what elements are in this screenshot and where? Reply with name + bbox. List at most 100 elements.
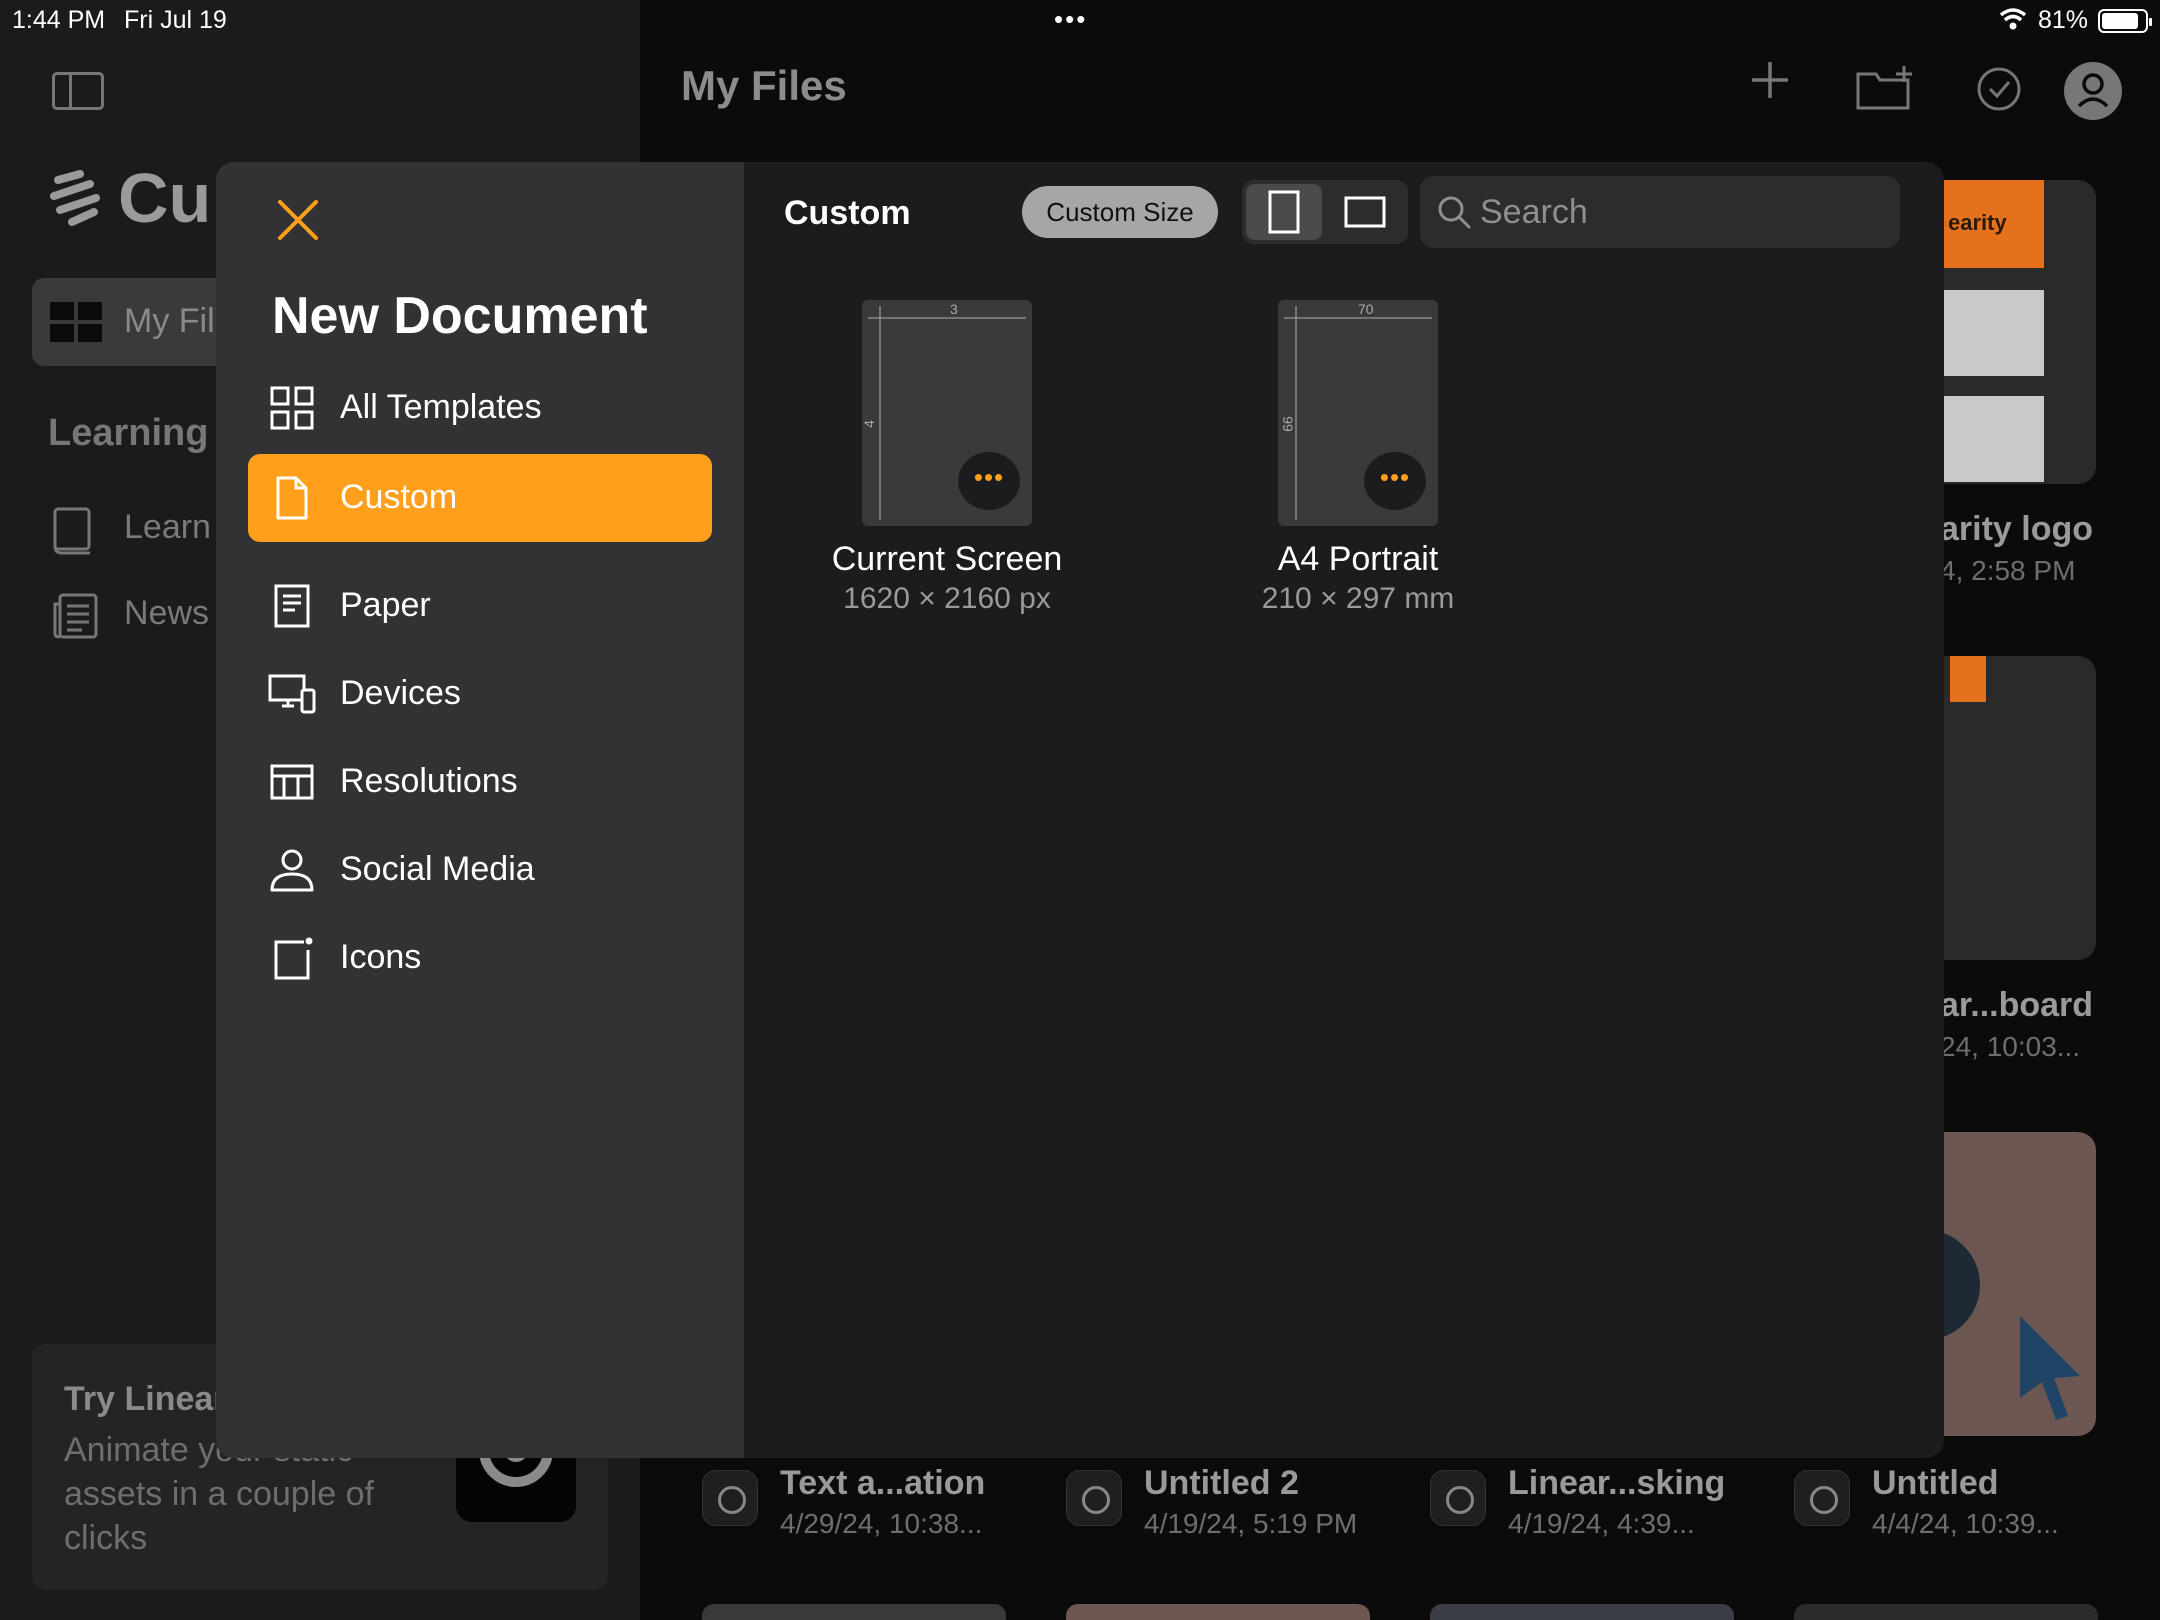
portrait-button[interactable] <box>1246 184 1322 240</box>
file-type-icon <box>1794 1470 1850 1526</box>
brand-name: Cu <box>118 159 212 237</box>
paper-icon <box>274 584 310 628</box>
modal-title: New Document <box>272 287 648 345</box>
new-document-modal: New Document All Templates Custom Paper … <box>216 162 1944 1458</box>
thumbnail-image <box>1944 396 2044 482</box>
wifi-icon <box>1999 8 2027 30</box>
landscape-icon <box>1344 196 1386 228</box>
page-title: My Files <box>681 62 847 109</box>
sidebar-item-label: Learn <box>124 508 211 546</box>
status-bar: 1:44 PM Fri Jul 19 ••• 81% <box>0 0 2160 40</box>
file-name: Untitled 2 <box>1144 1464 1299 1502</box>
book-icon <box>53 507 91 555</box>
app-logo-icon <box>50 170 100 226</box>
thumbnail-banner: earity <box>1944 180 2044 268</box>
file-type-icon <box>702 1470 758 1526</box>
grid-icon <box>50 302 102 342</box>
template-size: 1620 × 2160 px <box>843 582 1051 615</box>
file-name: arity logo <box>1940 510 2094 548</box>
status-time: 1:44 PM <box>12 6 106 34</box>
profile-avatar[interactable] <box>2064 62 2122 120</box>
new-folder-icon[interactable] <box>1856 66 1914 110</box>
category-social-media[interactable]: Social Media <box>248 826 712 914</box>
resolution-icon <box>270 764 314 800</box>
battery-percent: 81% <box>2038 6 2089 34</box>
category-paper[interactable]: Paper <box>248 562 712 650</box>
template-more-button[interactable]: ••• <box>958 452 1020 510</box>
category-label: Icons <box>340 938 422 976</box>
template-preview[interactable]: 3 4 ••• <box>860 300 1032 526</box>
sidebar-item-news[interactable]: News <box>52 592 209 649</box>
add-icon[interactable] <box>1750 60 1790 100</box>
file-thumbnail[interactable] <box>1794 1604 2098 1620</box>
file-card[interactable] <box>1920 656 2096 960</box>
grid-icon <box>270 386 314 430</box>
custom-size-button[interactable]: Custom Size <box>1022 186 1218 238</box>
category-label: Custom <box>340 478 458 516</box>
sidebar-item-learn[interactable]: Learn <box>52 506 211 565</box>
file-card[interactable] <box>1920 1132 2096 1436</box>
sidebar-toggle-icon[interactable] <box>52 72 104 110</box>
battery-icon <box>2098 9 2152 33</box>
category-label: All Templates <box>340 388 542 426</box>
category-all-templates[interactable]: All Templates <box>248 364 712 452</box>
file-name: Untitled <box>1872 1464 1999 1502</box>
file-name: Text a...ation <box>780 1464 986 1502</box>
file-card[interactable]: earity <box>1920 180 2096 484</box>
category-panel: New Document All Templates Custom Paper … <box>216 162 744 1458</box>
height-label: 99 <box>1279 416 1296 432</box>
thumbnail-image <box>1944 290 2044 376</box>
template-preview[interactable]: 70 99 ••• <box>1278 300 1438 526</box>
category-devices[interactable]: Devices <box>248 650 712 738</box>
cursor-icon <box>2020 1316 2080 1420</box>
file-date: 4/19/24, 4:39... <box>1508 1508 1695 1539</box>
file-name: ar...board <box>1940 986 2094 1024</box>
icon-frame-icon <box>274 937 313 980</box>
sidebar-section-title: Learning ( <box>48 412 232 454</box>
height-label: 4 <box>860 420 877 428</box>
file-thumbnail[interactable] <box>702 1604 1006 1620</box>
width-label: 70 <box>1358 301 1374 317</box>
category-icons[interactable]: Icons <box>248 914 712 1002</box>
portrait-icon <box>1268 190 1300 234</box>
category-resolutions[interactable]: Resolutions <box>248 738 712 826</box>
select-icon[interactable] <box>1976 66 2022 112</box>
person-icon <box>270 849 314 892</box>
file-name: Linear...sking <box>1508 1464 1726 1502</box>
close-icon[interactable] <box>270 192 326 248</box>
template-more-button[interactable]: ••• <box>1364 452 1426 510</box>
file-card-caption: arity logo 4, 2:58 PM <box>1940 510 2093 587</box>
search-field[interactable] <box>1420 176 1900 248</box>
category-label: Resolutions <box>340 762 518 800</box>
file-date: 24, 10:03... <box>1940 1031 2081 1062</box>
template-size: 210 × 297 mm <box>1261 582 1455 615</box>
file-thumbnail[interactable] <box>1430 1604 1734 1620</box>
category-label: Devices <box>340 674 461 712</box>
search-icon <box>1438 196 1471 229</box>
file-date: 4, 2:58 PM <box>1940 555 2076 586</box>
templates-panel: Custom Custom Size 3 4 ••• Curre <box>744 162 1944 1458</box>
search-input[interactable] <box>1480 176 1880 248</box>
category-label: Paper <box>340 586 431 624</box>
category-custom[interactable]: Custom <box>248 454 712 542</box>
file-date: 4/29/24, 10:38... <box>780 1508 983 1539</box>
multitasking-dots[interactable]: ••• <box>1054 4 1087 35</box>
person-icon <box>2077 73 2109 108</box>
width-label: 3 <box>950 301 958 317</box>
landscape-button[interactable] <box>1328 184 1404 240</box>
file-type-icon <box>1430 1470 1486 1526</box>
template-name: Current Screen <box>831 540 1063 578</box>
document-icon <box>276 476 308 520</box>
file-thumbnail[interactable] <box>1066 1604 1370 1620</box>
file-date: 4/4/24, 10:39... <box>1872 1508 2059 1539</box>
status-date: Fri Jul 19 <box>124 6 227 34</box>
template-name: A4 Portrait <box>1277 540 1439 578</box>
panel-title: Custom <box>784 194 911 232</box>
news-icon <box>53 593 98 639</box>
file-date: 4/19/24, 5:19 PM <box>1144 1508 1358 1539</box>
sidebar-item-label: News <box>124 594 210 632</box>
file-type-icon <box>1066 1470 1122 1526</box>
category-label: Social Media <box>340 850 535 888</box>
orientation-control <box>1242 180 1408 244</box>
file-card-caption: ar...board 24, 10:03... <box>1940 986 2093 1063</box>
